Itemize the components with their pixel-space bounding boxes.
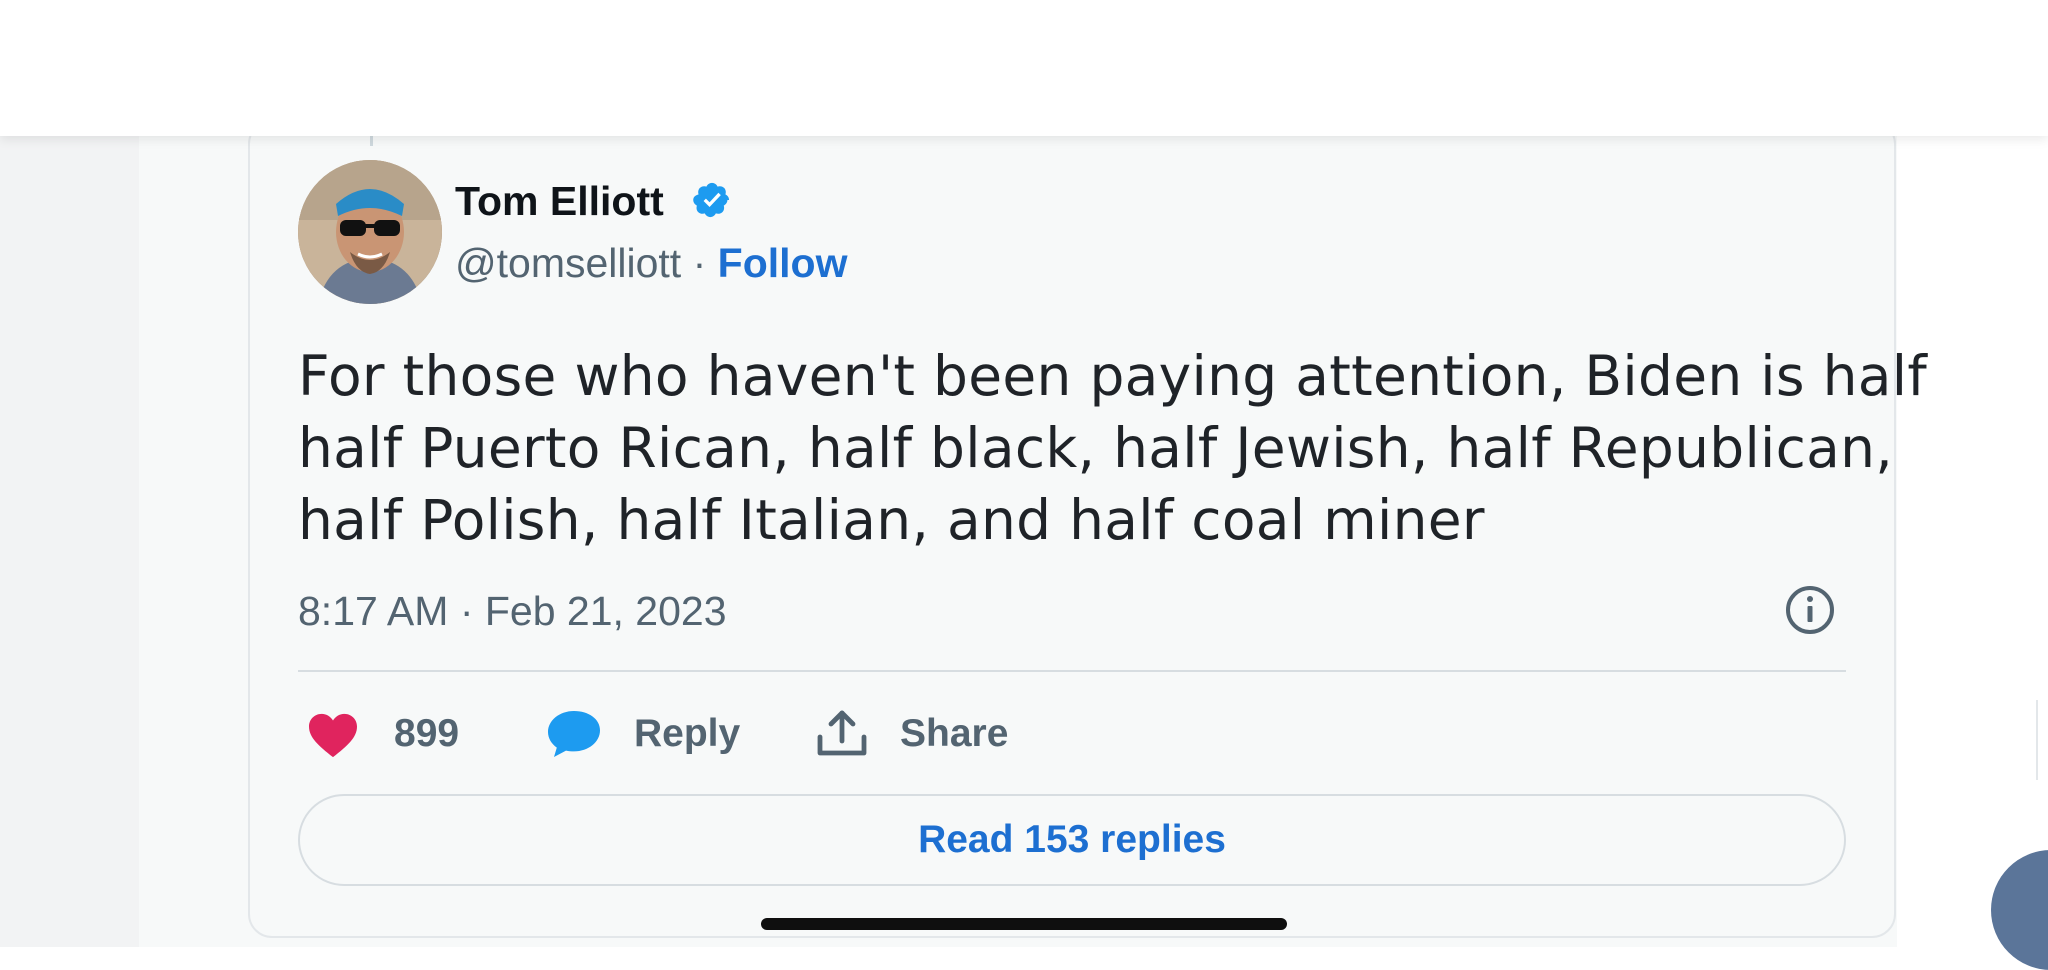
read-replies-button[interactable]: Read 153 replies xyxy=(298,794,1846,886)
thread-connector-line xyxy=(370,136,373,146)
right-gutter xyxy=(1897,136,2048,947)
tweet-timestamp[interactable]: 8:17 AM · Feb 21, 2023 xyxy=(298,588,727,635)
info-icon[interactable] xyxy=(1784,584,1836,636)
like-button[interactable]: 899 xyxy=(306,708,459,760)
tweet-text-line: For those who haven't been paying attent… xyxy=(298,344,1928,408)
share-icon xyxy=(817,710,867,756)
handle-separator: · xyxy=(692,240,707,286)
heart-icon xyxy=(309,713,357,758)
author-handle-row: @tomselliott · Follow xyxy=(455,240,847,287)
tweet-text-line: half Polish, half Italian, and half coal… xyxy=(298,488,1485,552)
author-name[interactable]: Tom Elliott xyxy=(455,178,664,225)
share-label: Share xyxy=(900,712,1009,755)
left-column xyxy=(0,136,139,947)
tweet-divider xyxy=(298,670,1846,672)
reply-button[interactable]: Reply xyxy=(546,708,740,760)
author-handle[interactable]: @tomselliott xyxy=(455,240,681,286)
edge-divider xyxy=(2036,700,2038,780)
home-indicator[interactable] xyxy=(761,918,1287,930)
like-count: 899 xyxy=(394,712,460,755)
tweet-text: For those who haven't been paying attent… xyxy=(298,340,1928,556)
share-button[interactable]: Share xyxy=(816,708,1008,760)
reply-label: Reply xyxy=(634,712,741,755)
tweet-text-line: half Puerto Rican, half black, half Jewi… xyxy=(298,416,1894,480)
follow-link[interactable]: Follow xyxy=(718,240,848,286)
speech-bubble-icon xyxy=(548,711,600,757)
verified-badge-icon xyxy=(693,182,730,218)
top-bar xyxy=(0,0,2048,136)
author-avatar[interactable] xyxy=(298,160,442,304)
